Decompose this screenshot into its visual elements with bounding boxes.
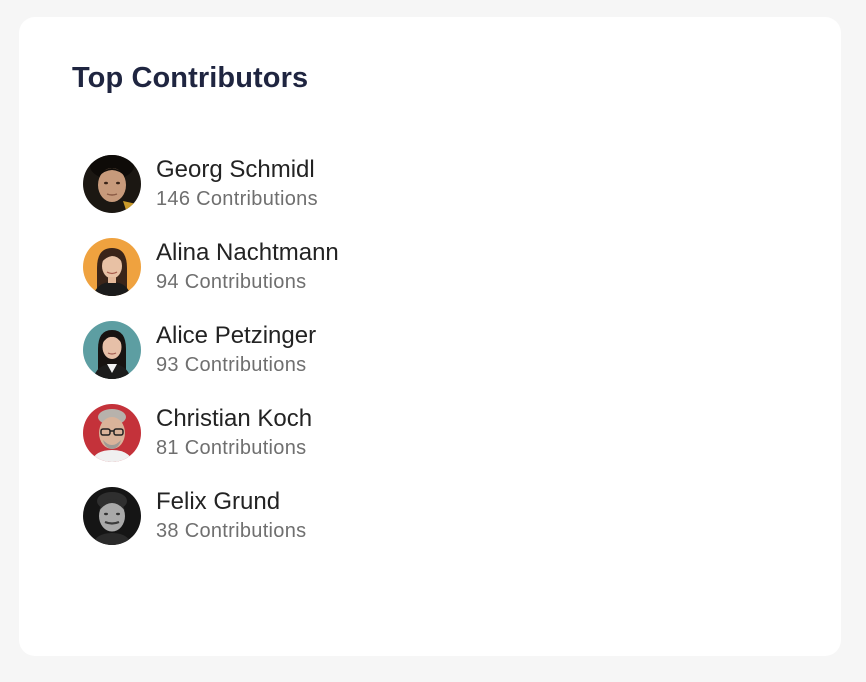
list-item[interactable]: Alice Petzinger 93 Contributions	[83, 320, 339, 379]
contribution-count: 146 Contributions	[156, 188, 318, 210]
contributor-text: Christian Koch 81 Contributions	[156, 404, 312, 461]
contribution-count: 94 Contributions	[156, 271, 307, 293]
avatar-alice-icon	[83, 320, 141, 379]
contribution-count: 38 Contributions	[156, 520, 307, 542]
contribution-count: 81 Contributions	[156, 437, 307, 459]
avatar[interactable]	[83, 237, 141, 296]
contributor-name[interactable]: Felix Grund	[156, 487, 306, 516]
card-title: Top Contributors	[72, 62, 309, 94]
avatar[interactable]	[83, 486, 141, 545]
contributors-card: Top Contributors Georg Schmidl 146 Contr…	[19, 17, 841, 656]
list-item[interactable]: Georg Schmidl 146 Contributions	[83, 154, 339, 213]
contributor-text: Felix Grund 38 Contributions	[156, 487, 306, 544]
list-item[interactable]: Felix Grund 38 Contributions	[83, 486, 339, 545]
avatar-christian-icon	[83, 403, 141, 462]
list-item[interactable]: Christian Koch 81 Contributions	[83, 403, 339, 462]
avatar-alina-icon	[83, 237, 141, 296]
contributor-text: Georg Schmidl 146 Contributions	[156, 155, 318, 212]
avatar-georg-icon	[83, 154, 141, 213]
avatar[interactable]	[83, 403, 141, 462]
contributor-text: Alina Nachtmann 94 Contributions	[156, 238, 339, 295]
avatar[interactable]	[83, 320, 141, 379]
contributor-name[interactable]: Alice Petzinger	[156, 321, 316, 350]
list-item[interactable]: Alina Nachtmann 94 Contributions	[83, 237, 339, 296]
contribution-count: 93 Contributions	[156, 354, 307, 376]
contributor-name[interactable]: Christian Koch	[156, 404, 312, 433]
avatar[interactable]	[83, 154, 141, 213]
contributor-name[interactable]: Alina Nachtmann	[156, 238, 339, 267]
contributor-text: Alice Petzinger 93 Contributions	[156, 321, 316, 378]
contributors-list: Georg Schmidl 146 Contributions Alina Na…	[83, 154, 339, 569]
avatar-felix-icon	[83, 486, 141, 545]
contributor-name[interactable]: Georg Schmidl	[156, 155, 318, 184]
